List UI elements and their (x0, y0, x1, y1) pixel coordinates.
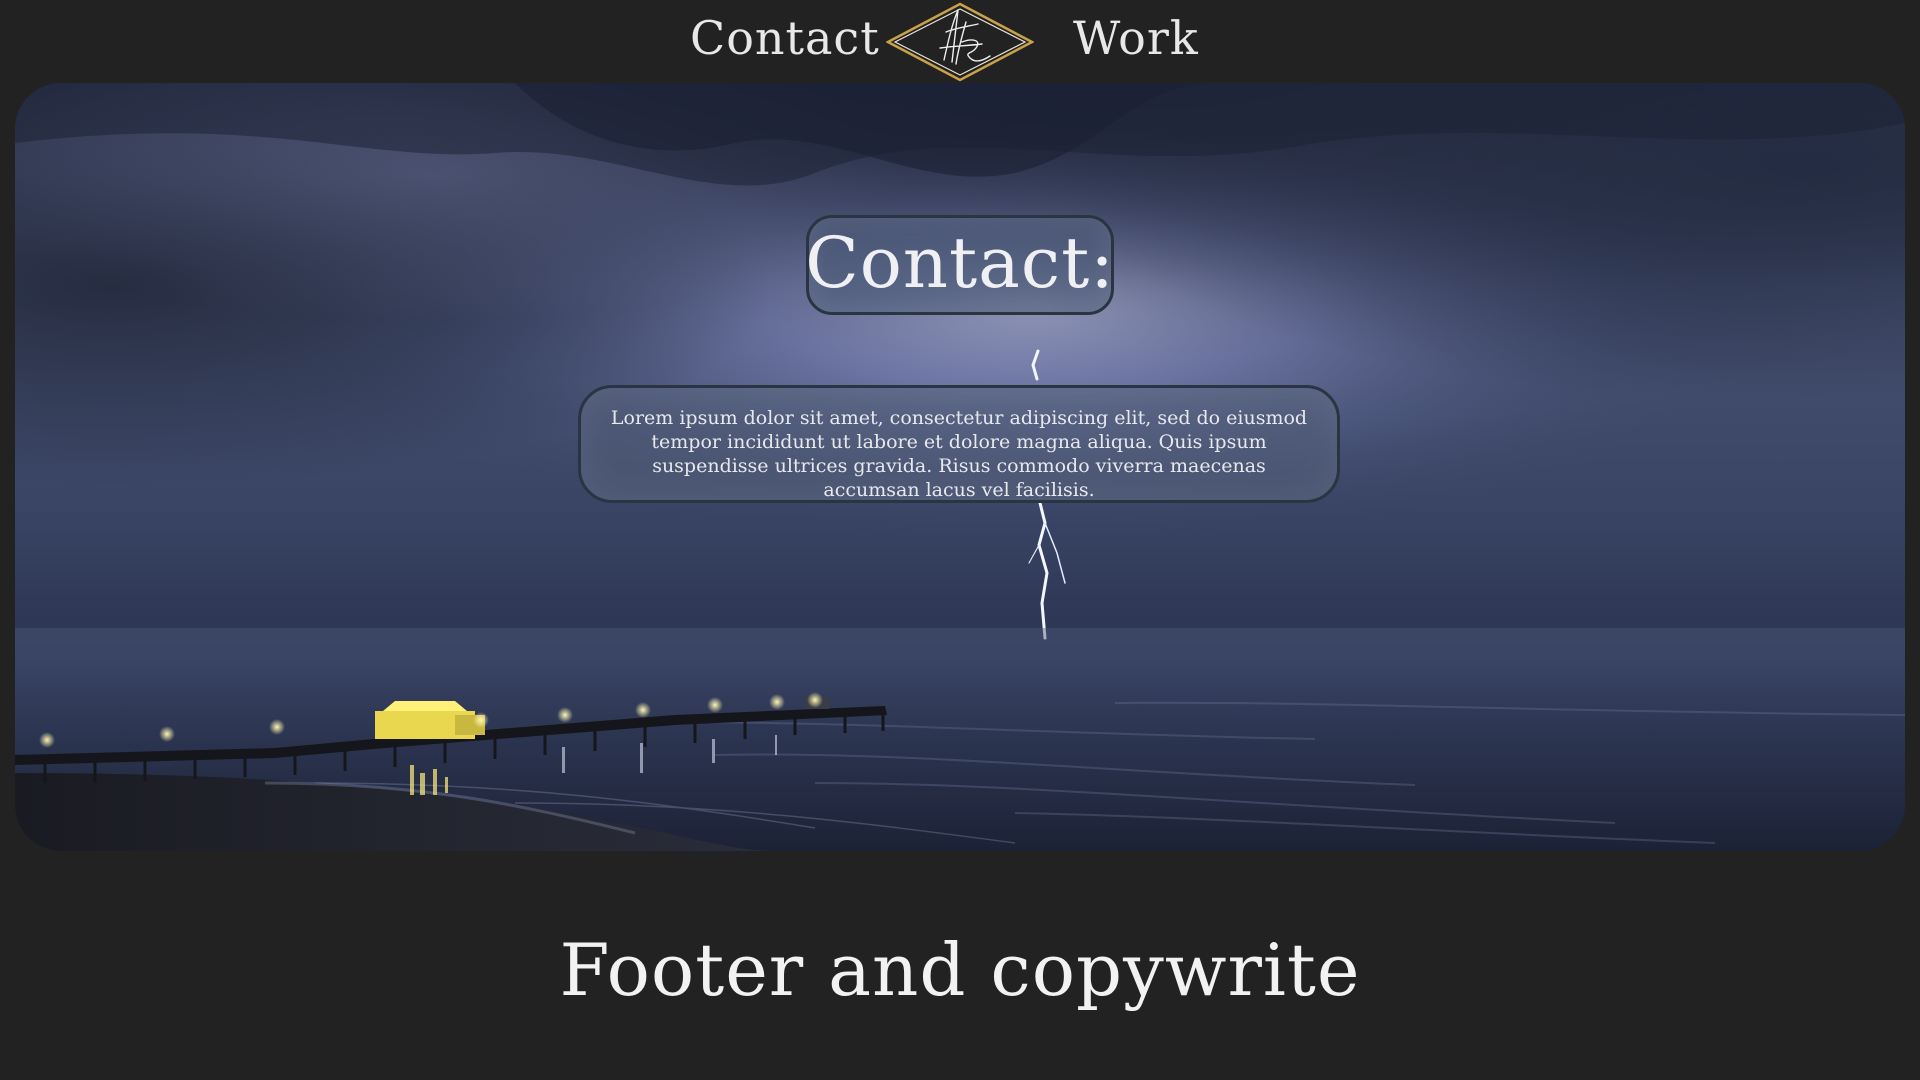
contact-body-panel: Lorem ipsum dolor sit amet, consectetur … (578, 385, 1340, 503)
logo-svg (885, 2, 1035, 82)
page-title: Contact: (805, 222, 1115, 304)
signature-diamond-logo-icon[interactable] (885, 2, 1035, 82)
footer: Footer and copywrite (0, 920, 1920, 1020)
nav-contact-link[interactable]: Contact (690, 8, 880, 68)
contact-body-text: Lorem ipsum dolor sit amet, consectetur … (610, 407, 1308, 501)
nav-work-link[interactable]: Work (1073, 8, 1199, 68)
top-nav: Contact Work (0, 0, 1920, 82)
footer-text: Footer and copywrite (559, 928, 1361, 1012)
hero-banner: Contact: Lorem ipsum dolor sit amet, con… (15, 83, 1905, 851)
contact-title-panel: Contact: (805, 215, 1115, 315)
page: Contact Work Contact: Lorem ipsum dolor … (0, 0, 1920, 1080)
